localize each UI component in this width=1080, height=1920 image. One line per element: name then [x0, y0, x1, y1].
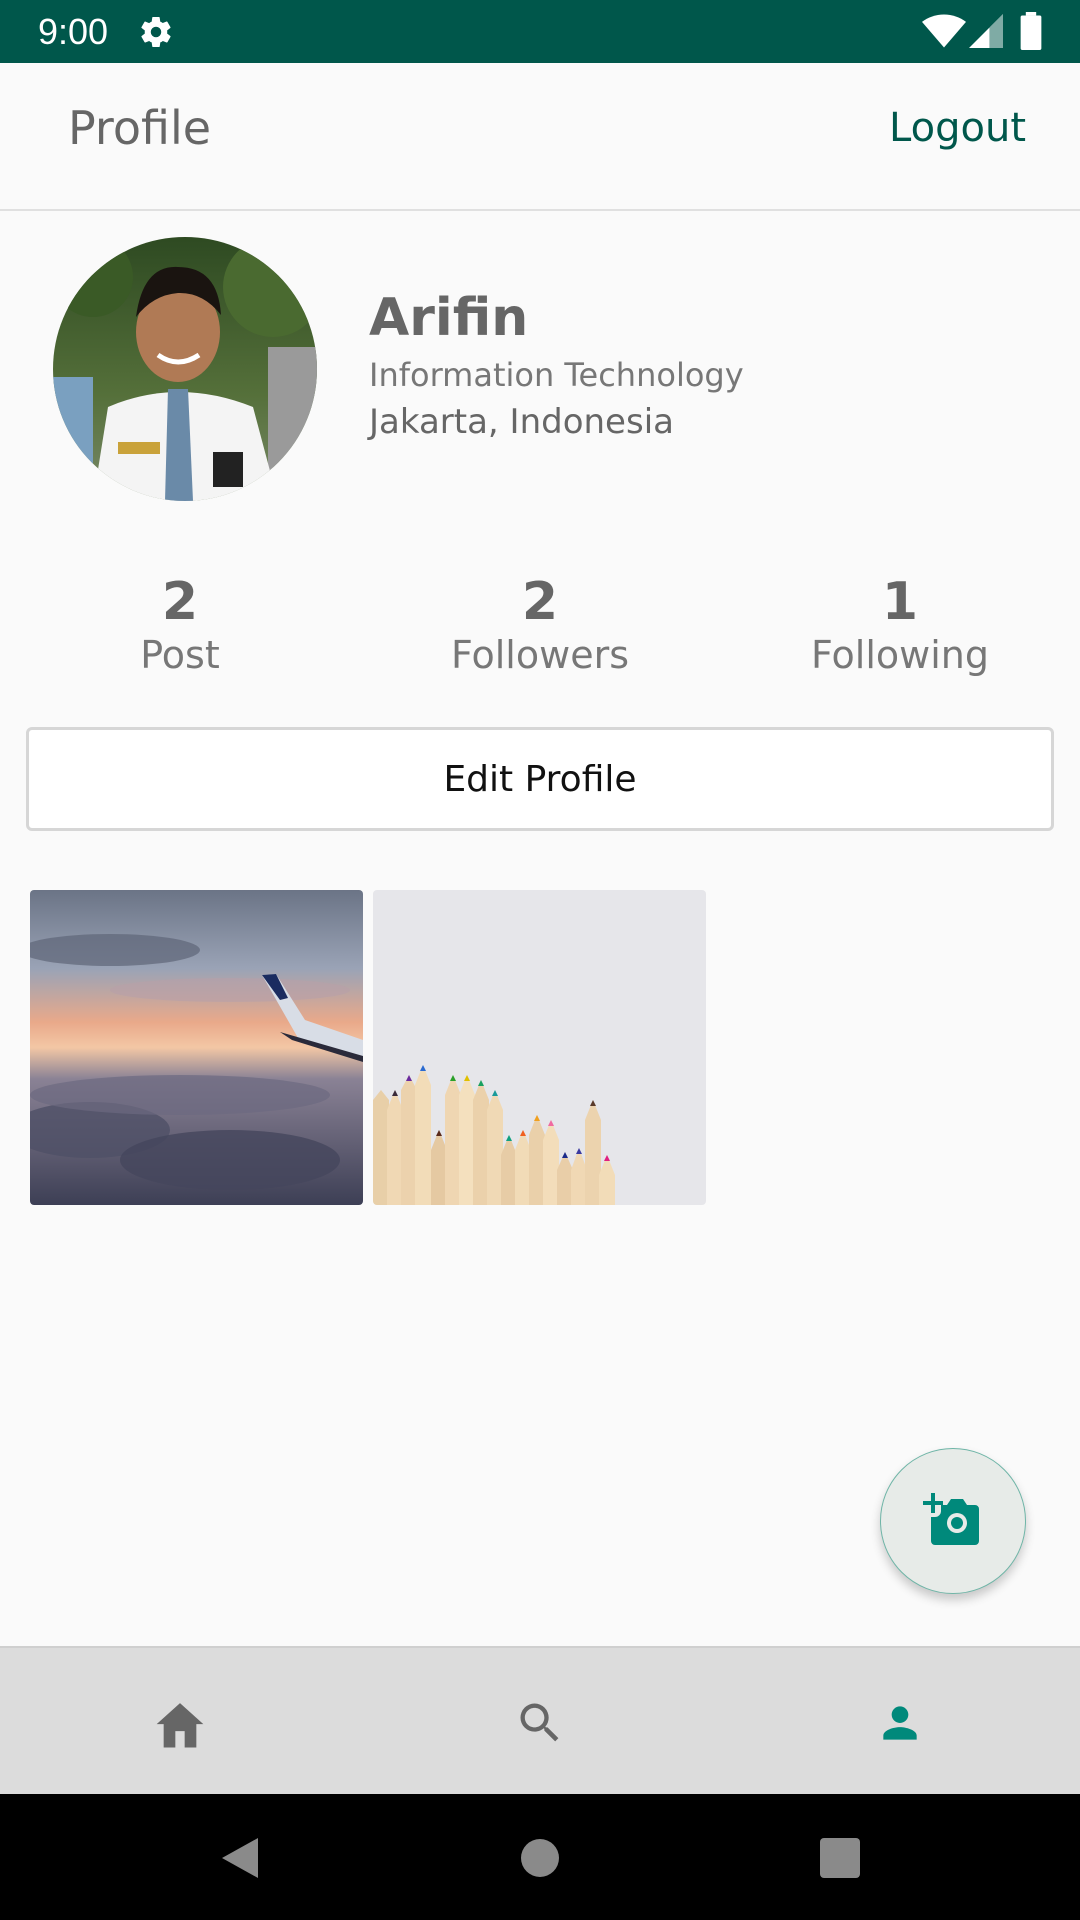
- avatar-photo: [53, 237, 317, 501]
- add-photo-fab[interactable]: [880, 1448, 1026, 1594]
- page-title: Profile: [68, 101, 212, 155]
- edit-profile-button[interactable]: Edit Profile: [26, 727, 1054, 831]
- profile-major: Information Technology: [369, 356, 744, 394]
- person-icon: [883, 1706, 917, 1740]
- back-icon[interactable]: [210, 1828, 270, 1888]
- pencils-photo: [373, 890, 706, 1205]
- profile-name: Arifin: [369, 288, 529, 348]
- logout-button[interactable]: Logout: [889, 105, 1026, 151]
- nav-home[interactable]: [145, 1688, 215, 1758]
- post-label: Post: [140, 633, 220, 677]
- gear-icon: [141, 17, 171, 48]
- nav-search[interactable]: [505, 1688, 575, 1758]
- home-icon: [156, 1703, 204, 1748]
- battery-icon: [1020, 12, 1042, 50]
- app-header: Profile Logout: [0, 63, 1080, 211]
- post-thumbnail-airplane[interactable]: [30, 890, 363, 1205]
- followers-count: 2: [521, 572, 559, 632]
- followers-label: Followers: [451, 633, 629, 677]
- airplane-photo: [30, 890, 363, 1205]
- stat-post[interactable]: 2 Post: [30, 572, 330, 678]
- status-bar: 9:00: [0, 0, 1080, 63]
- recent-apps-icon[interactable]: [810, 1828, 870, 1888]
- avatar[interactable]: [53, 237, 317, 501]
- stat-following[interactable]: 1 Following: [750, 572, 1050, 678]
- post-thumbnail-pencils[interactable]: [373, 890, 706, 1205]
- profile-location: Jakarta, Indonesia: [369, 402, 674, 442]
- signal-icon: [969, 14, 1003, 48]
- bottom-navigation: [0, 1646, 1080, 1794]
- status-time: 9:00: [38, 11, 109, 52]
- nav-profile[interactable]: [865, 1688, 935, 1758]
- post-count: 2: [161, 572, 199, 632]
- search-icon: [520, 1703, 559, 1742]
- home-button-icon[interactable]: [510, 1828, 570, 1888]
- add-photo-icon: [923, 1493, 979, 1545]
- wifi-icon: [922, 14, 966, 48]
- following-label: Following: [811, 633, 989, 677]
- stat-followers[interactable]: 2 Followers: [390, 572, 690, 678]
- following-count: 1: [881, 572, 919, 632]
- system-navigation-bar: [0, 1794, 1080, 1920]
